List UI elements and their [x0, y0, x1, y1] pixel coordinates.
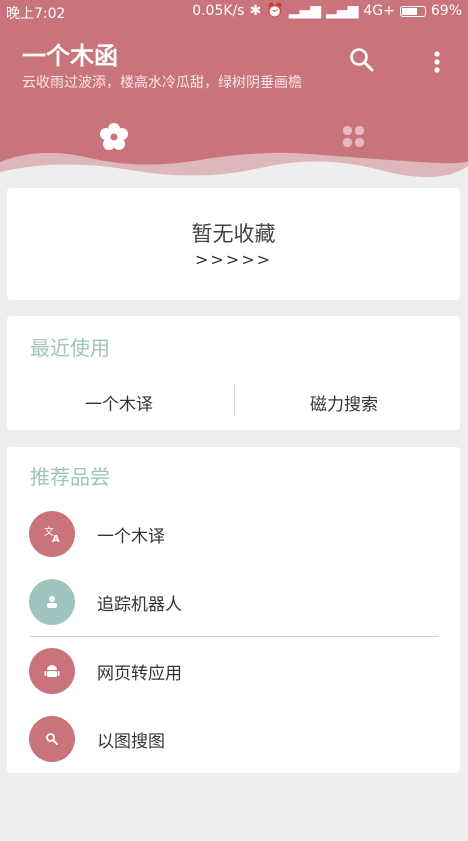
recommend-card: 推荐品尝 文 A 一个木译 追踪机器人 网页转应用 以图搜图: [7, 447, 460, 773]
more-options-button[interactable]: [430, 48, 444, 76]
search-icon: [350, 48, 374, 72]
header-wave: [0, 152, 468, 185]
recommend-label: 一个木译: [97, 527, 165, 547]
alarm-icon: ⏰: [266, 3, 284, 19]
svg-text:A: A: [52, 534, 60, 544]
battery-icon: [399, 5, 426, 17]
recommend-label: 以图搜图: [97, 732, 165, 752]
app-title: 一个木函: [22, 42, 118, 70]
search-icon: [29, 716, 75, 762]
person-icon: [29, 579, 75, 625]
recommend-item-web-to-app[interactable]: 网页转应用: [7, 640, 460, 702]
network-speed: 0.05K/s: [192, 3, 245, 19]
status-bar: 晚上7:02 0.05K/s ✱ ⏰ ▂▄▆ ▂▄▆ 4G+ 69%: [0, 0, 468, 24]
status-time: 晚上7:02: [6, 6, 66, 22]
recent-title: 最近使用: [30, 336, 110, 360]
network-type: 4G+: [363, 3, 395, 19]
signal-icon: ▂▄▆: [288, 3, 322, 19]
search-button[interactable]: [348, 46, 376, 74]
translate-icon: 文 A: [29, 511, 75, 557]
signal-icon-2: ▂▄▆: [326, 3, 359, 19]
recent-item-translate[interactable]: 一个木译: [85, 390, 153, 415]
app-header: 晚上7:02 0.05K/s ✱ ⏰ ▂▄▆ ▂▄▆ 4G+ 69% 一个木函 …: [0, 0, 468, 185]
recent-divider: [234, 384, 235, 416]
favorites-card[interactable]: 暂无收藏 >>>>>: [7, 188, 460, 300]
empty-favorites-arrows: >>>>>: [194, 250, 273, 269]
recommend-divider: [30, 636, 438, 637]
recent-item-magnet-search[interactable]: 磁力搜索: [310, 390, 378, 415]
recent-card: 最近使用 一个木译 磁力搜索: [7, 316, 460, 430]
recommend-title: 推荐品尝: [30, 465, 110, 489]
recommend-item-translate[interactable]: 文 A 一个木译: [7, 503, 460, 565]
more-vert-icon: [434, 51, 440, 73]
android-icon: [29, 648, 75, 694]
empty-favorites-text: 暂无收藏: [191, 222, 276, 246]
app-subtitle: 云收雨过波添，楼高水冷瓜甜，绿树阴垂画檐: [22, 75, 302, 91]
recommend-label: 追踪机器人: [97, 595, 182, 615]
bluetooth-icon: ✱: [249, 3, 262, 19]
recommend-item-image-search[interactable]: 以图搜图: [7, 708, 460, 770]
recommend-item-tracker-bot[interactable]: 追踪机器人: [7, 571, 460, 633]
recommend-label: 网页转应用: [97, 664, 182, 684]
battery-level: 69%: [430, 3, 462, 19]
